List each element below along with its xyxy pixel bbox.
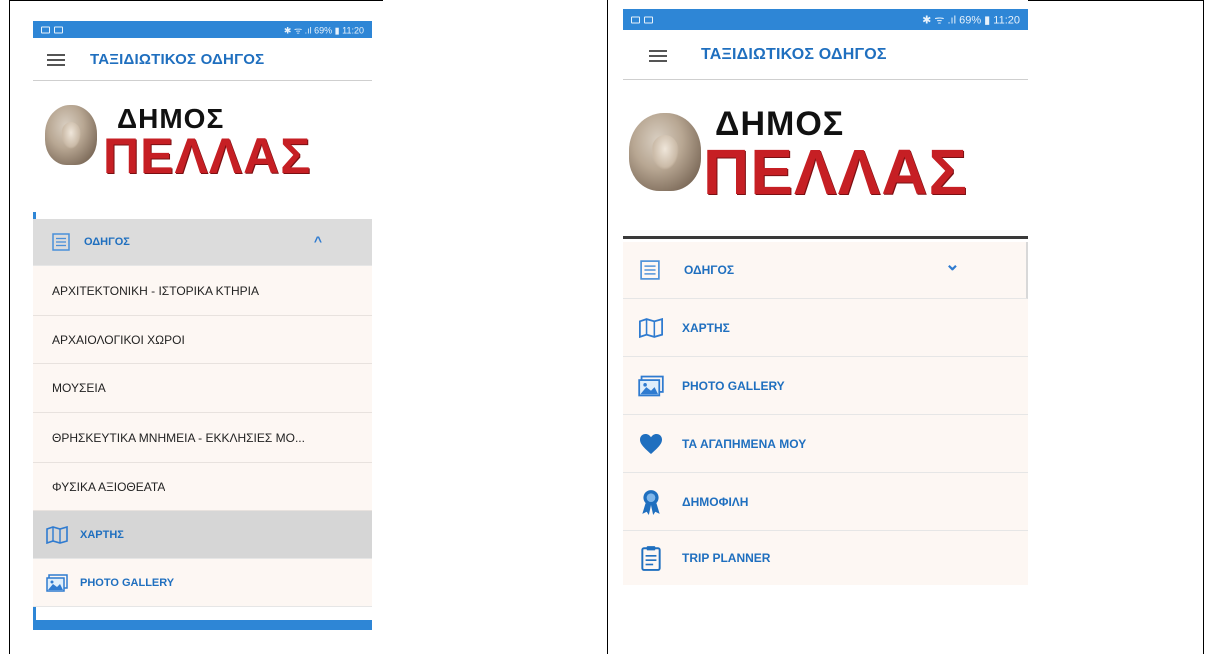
menu-label-photo-gallery: PHOTO GALLERY [80, 576, 175, 589]
submenu-item[interactable]: ΦΥΣΙΚΑ ΑΞΙΟΘΕΑΤΑ [33, 463, 372, 511]
menu-label-trip-planner: TRIP PLANNER [682, 551, 771, 565]
logo-dimos-pellas: ΔΗΜΟΣ ΠΕΛΛΑΣ [33, 83, 372, 211]
menu-item-trip-planner[interactable]: TRIP PLANNER [623, 531, 1028, 585]
status-text: ✱ ᯤ .ıl 69% ▮ 11:20 [922, 14, 1020, 26]
menu-label-map: ΧΑΡΤΗΣ [80, 528, 124, 541]
bottom-bar [33, 620, 372, 630]
table-border-middle [607, 0, 608, 654]
status-bar: ✱ ᯤ .ıl 69% ▮ 11:20 [623, 9, 1028, 30]
clipboard-icon [641, 546, 661, 571]
alexander-bust-image [45, 105, 97, 165]
menu-label-popular: ΔΗΜΟΦΙΛΗ [682, 494, 749, 509]
logo-divider [623, 236, 1028, 239]
submenu-item[interactable]: ΜΟΥΣΕΙΑ [33, 364, 372, 413]
app-bar: ΤΑΞΙΔΙΩΤΙΚΟΣ ΟΔΗΓΟΣ [623, 30, 1028, 80]
list-icon [52, 233, 70, 251]
heart-icon [640, 433, 662, 454]
table-border-right [1203, 0, 1204, 654]
submenu-label: ΑΡΧΑΙΟΛΟΓΙΚΟΙ ΧΩΡΟΙ [52, 332, 185, 347]
menu-item-photo-gallery[interactable]: PHOTO GALLERY [623, 357, 1028, 415]
map-icon [46, 525, 68, 544]
logo-dimos-pellas: ΔΗΜΟΣ ΠΕΛΛΑΣ [623, 83, 1028, 235]
photo-icon [638, 375, 664, 396]
menu-label-photo-gallery: PHOTO GALLERY [682, 378, 785, 393]
status-text: ✱ ᯤ .ıl 69% ▮ 11:20 [283, 25, 364, 35]
chevron-down-icon[interactable]: ⌄ [945, 254, 960, 275]
submenu-item[interactable]: ΑΡΧΑΙΟΛΟΓΙΚΟΙ ΧΩΡΟΙ [33, 316, 372, 364]
alexander-bust-image [629, 113, 701, 191]
screen-right: ✱ ᯤ .ıl 69% ▮ 11:20 ΤΑΞΙΔΙΩΤΙΚΟΣ ΟΔΗΓΟΣ … [623, 9, 1028, 585]
screen-left: ✱ ᯤ .ıl 69% ▮ 11:20 ΤΑΞΙΔΙΩΤΙΚΟΣ ΟΔΗΓΟΣ … [33, 21, 372, 630]
hamburger-menu-icon[interactable] [649, 50, 667, 63]
submenu-item[interactable]: ΑΡΧΙΤΕΚΤΟΝΙΚΗ - ΙΣΤΟΡΙΚΑ ΚΤΗΡΙΑ [33, 266, 372, 316]
logo-big-text: ΠΕΛΛΑΣ [703, 136, 968, 208]
submenu-label: ΑΡΧΙΤΕΚΤΟΝΙΚΗ - ΙΣΤΟΡΙΚΑ ΚΤΗΡΙΑ [52, 283, 260, 298]
menu-item-map[interactable]: ΧΑΡΤΗΣ [33, 511, 372, 559]
table-border-left [9, 0, 10, 654]
submenu-item[interactable]: ΘΡΗΣΚΕΥΤΙΚΑ ΜΝΗΜΕΙΑ - ΕΚΚΛΗΣΙΕΣ ΜΟ... [33, 413, 372, 463]
photo-icon [46, 573, 68, 592]
menu-label-map: ΧΑΡΤΗΣ [682, 320, 730, 335]
notification-icons [41, 26, 63, 33]
menu-label-odigos: ΟΔΗΓΟΣ [684, 263, 735, 277]
menu-label-odigos: ΟΔΗΓΟΣ [84, 236, 130, 248]
app-title: ΤΑΞΙΔΙΩΤΙΚΟΣ ΟΔΗΓΟΣ [701, 46, 887, 63]
menu-item-favorites[interactable]: ΤΑ ΑΓΑΠΗΜΕΝΑ ΜΟΥ [623, 415, 1028, 473]
list-icon [640, 260, 660, 280]
table-border-top [9, 0, 383, 1]
menu-section-odigos[interactable]: ΟΔΗΓΟΣ ^ [33, 219, 372, 266]
menu-item-map[interactable]: ΧΑΡΤΗΣ [623, 299, 1028, 357]
menu-item-photo-gallery[interactable]: PHOTO GALLERY [33, 559, 372, 607]
logo-big-text: ΠΕΛΛΑΣ [103, 128, 312, 184]
map-icon [639, 317, 663, 338]
chevron-up-icon[interactable]: ^ [314, 233, 322, 249]
submenu-label: ΘΡΗΣΚΕΥΤΙΚΑ ΜΝΗΜΕΙΑ - ΕΚΚΛΗΣΙΕΣ ΜΟ... [52, 430, 305, 445]
notification-icons [631, 16, 653, 23]
award-icon [642, 489, 660, 515]
app-title: ΤΑΞΙΔΙΩΤΙΚΟΣ ΟΔΗΓΟΣ [90, 51, 265, 68]
submenu-label: ΦΥΣΙΚΑ ΑΞΙΟΘΕΑΤΑ [52, 479, 166, 494]
menu-label-favorites: ΤΑ ΑΓΑΠΗΜΕΝΑ ΜΟΥ [682, 436, 807, 451]
table-border-top-right [1028, 0, 1204, 1]
menu-section-odigos[interactable]: ΟΔΗΓΟΣ ⌄ [623, 242, 1028, 299]
app-bar: ΤΑΞΙΔΙΩΤΙΚΟΣ ΟΔΗΓΟΣ [33, 38, 372, 81]
menu-item-popular[interactable]: ΔΗΜΟΦΙΛΗ [623, 473, 1028, 531]
submenu-label: ΜΟΥΣΕΙΑ [52, 381, 106, 395]
status-bar: ✱ ᯤ .ıl 69% ▮ 11:20 [33, 21, 372, 38]
hamburger-menu-icon[interactable] [47, 54, 65, 67]
